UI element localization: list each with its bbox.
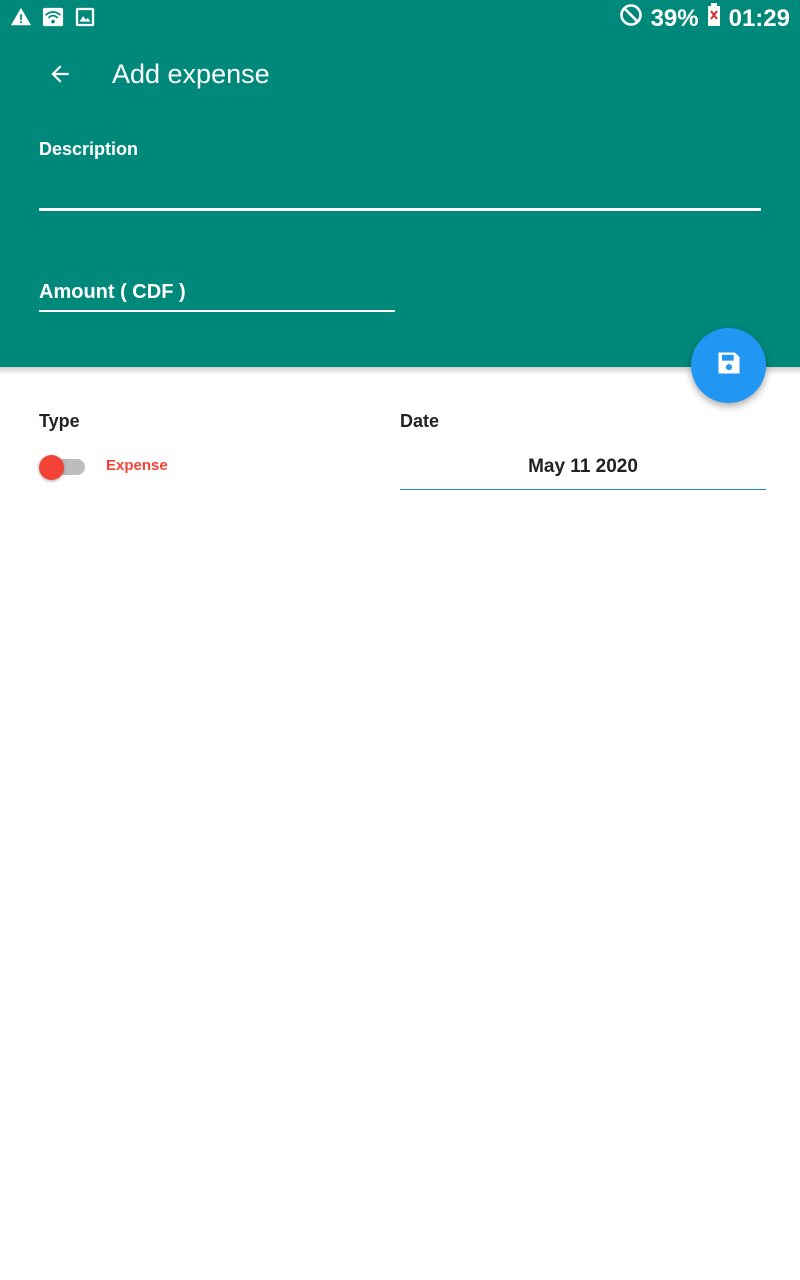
header-panel: 39% 01:29 Add expense Description Amount… bbox=[0, 0, 800, 367]
type-label: Type bbox=[39, 411, 80, 431]
toggle-thumb bbox=[39, 455, 64, 480]
date-value: May 11 2020 bbox=[528, 456, 638, 477]
app-screen: 39% 01:29 Add expense Description Amount… bbox=[0, 0, 800, 1280]
do-not-disturb-icon bbox=[619, 3, 643, 34]
status-right: 39% 01:29 bbox=[619, 3, 790, 34]
wifi-icon bbox=[42, 6, 64, 28]
battery-icon bbox=[707, 3, 721, 34]
status-bar: 39% 01:29 bbox=[0, 0, 800, 36]
type-value: Expense bbox=[106, 457, 168, 474]
battery-percent: 39% bbox=[650, 4, 699, 32]
date-picker-field[interactable]: May 11 2020 bbox=[400, 446, 766, 490]
arrow-back-icon bbox=[47, 61, 73, 92]
header-shadow bbox=[0, 367, 800, 375]
toolbar: Add expense bbox=[0, 36, 800, 116]
page-title: Add expense bbox=[112, 59, 270, 89]
save-icon bbox=[715, 349, 743, 382]
alert-icon bbox=[10, 6, 32, 28]
description-input[interactable] bbox=[39, 160, 761, 211]
date-label: Date bbox=[400, 411, 440, 431]
description-label: Description bbox=[39, 139, 139, 159]
image-icon bbox=[74, 6, 96, 28]
amount-input[interactable] bbox=[39, 270, 395, 312]
back-button[interactable] bbox=[36, 52, 84, 100]
clock: 01:29 bbox=[728, 4, 790, 32]
status-left-icons bbox=[10, 6, 96, 28]
type-toggle[interactable] bbox=[39, 455, 85, 480]
save-button[interactable] bbox=[691, 328, 766, 403]
